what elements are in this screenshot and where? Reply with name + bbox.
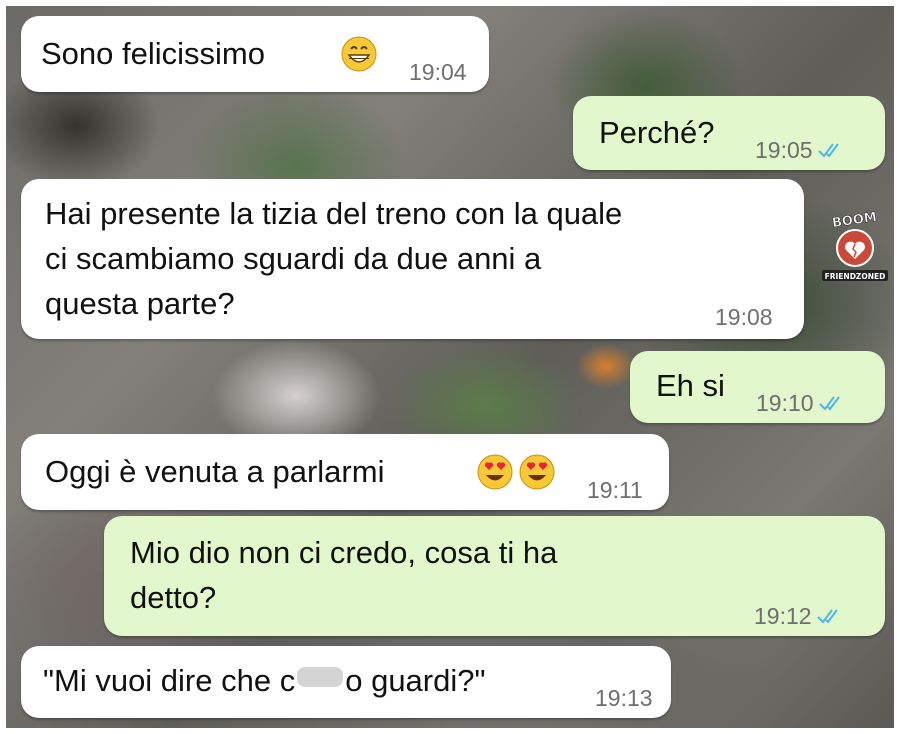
message-bubble-incoming[interactable]: Hai presente la tizia del treno con la q… [21,179,804,339]
message-timestamp: 19:10 [756,389,846,417]
message-text-line: ci scambiamo sguardi da due anni a [45,241,542,276]
censor-blur [297,667,344,687]
message-bubble-incoming[interactable]: "Mi vuoi dire che co guardi?" 19:13 [21,646,671,718]
message-text-line: questa parte? [45,286,235,321]
heart-eyes-face-emoji-icon [519,454,555,490]
message-text: "Mi vuoi dire che co guardi?" [43,663,486,698]
grinning-face-emoji-icon [341,36,377,72]
message-text: Oggi è venuta a parlarmi [45,454,385,489]
message-text: Eh si [656,368,725,403]
message-timestamp: 19:04 [409,59,467,85]
chat-wallpaper: Sono felicissimo 19:04 Perché? 19:05 Hai… [6,6,894,728]
boom-friendzoned-logo: BOOM FRIENDZONED [822,210,888,281]
read-receipt-icon [816,609,838,624]
read-receipt-icon [818,396,840,411]
message-text-line: Mio dio non ci credo, cosa ti ha [130,535,558,570]
message-timestamp: 19:12 [754,602,844,630]
message-timestamp: 19:05 [755,136,845,164]
message-text: Perché? [599,115,715,150]
read-receipt-icon [817,143,839,158]
message-text: Sono felicissimo [41,36,265,71]
message-bubble-incoming[interactable]: Oggi è venuta a parlarmi 19:11 [21,434,669,510]
svg-text:FRIENDZONED: FRIENDZONED [825,272,886,281]
message-timestamp: 19:11 [587,477,643,503]
message-bubble-incoming[interactable]: Sono felicissimo 19:04 [21,16,489,92]
message-bubble-outgoing[interactable]: Perché? 19:05 [573,96,885,170]
message-bubble-outgoing[interactable]: Eh si 19:10 [630,351,885,423]
message-timestamp: 19:08 [715,304,773,330]
message-timestamp: 19:13 [595,685,653,711]
message-text-line: detto? [130,580,217,615]
heart-eyes-face-emoji-icon [477,454,513,490]
svg-text:BOOM: BOOM [831,210,878,231]
message-bubble-outgoing[interactable]: Mio dio non ci credo, cosa ti ha detto? … [104,516,885,636]
message-text-line: Hai presente la tizia del treno con la q… [45,196,623,231]
